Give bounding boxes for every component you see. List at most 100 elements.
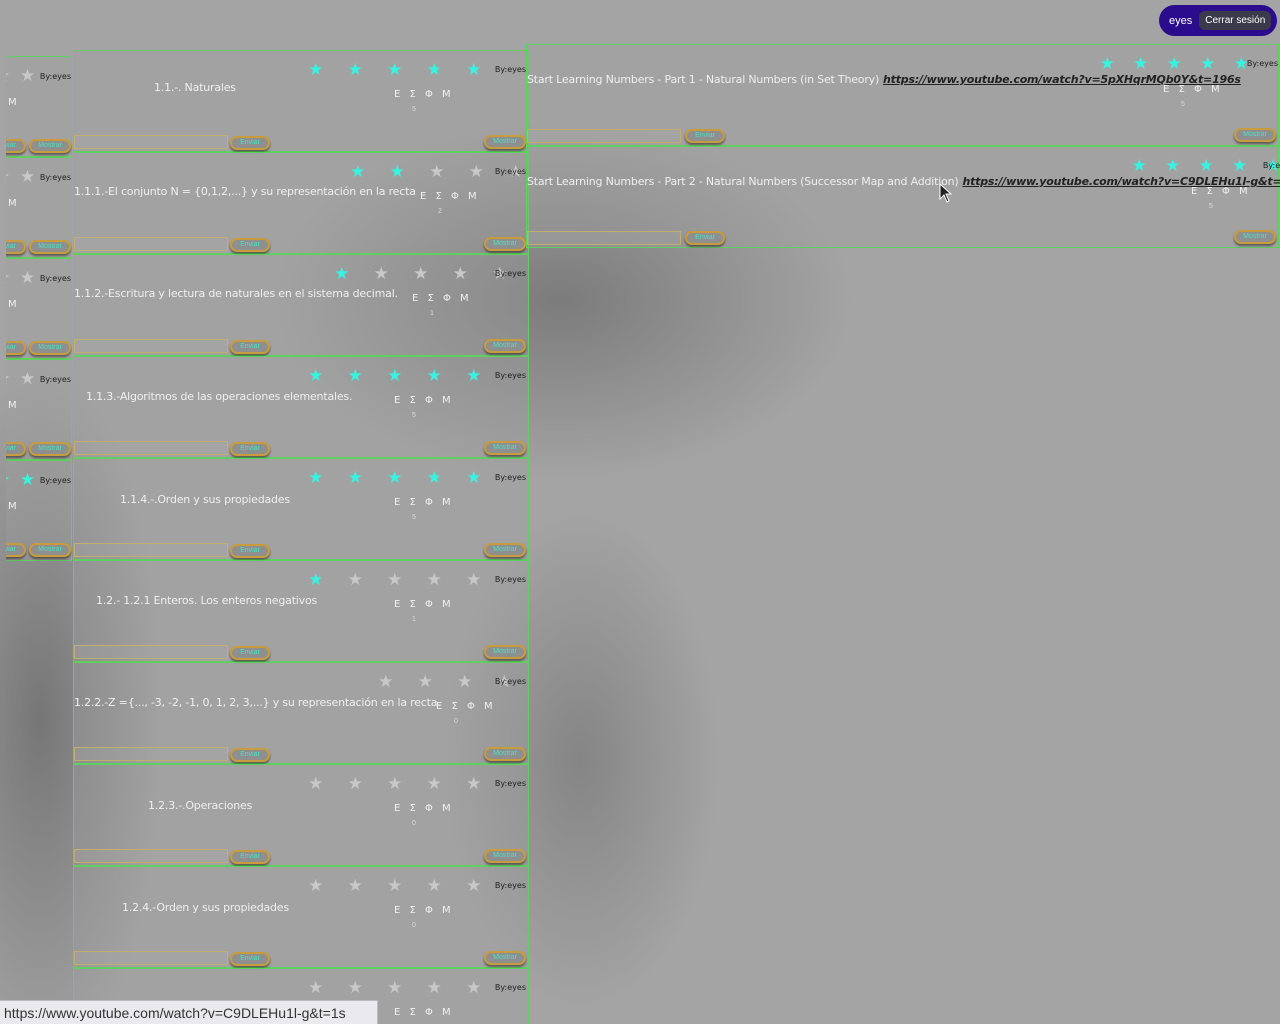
star-icon[interactable]: ★ <box>415 979 455 997</box>
star-icon[interactable]: ★ <box>454 469 494 487</box>
topic-title[interactable]: 1.1.-. Naturales <box>154 81 236 94</box>
star-icon[interactable]: ★ <box>15 471 40 489</box>
send-button[interactable]: Enviar <box>230 850 270 864</box>
send-button[interactable]: Enviar <box>230 748 270 762</box>
comment-input[interactable] <box>74 543 228 557</box>
send-button[interactable]: Enviar <box>230 442 270 456</box>
star-icon[interactable]: ★ <box>296 61 336 79</box>
star-icon[interactable]: ★ <box>1124 55 1158 73</box>
star-icon[interactable]: ★ <box>336 571 376 589</box>
category-symbols[interactable]: E Σ Φ M <box>394 89 454 100</box>
star-icon[interactable]: ★ <box>296 571 336 589</box>
comment-input[interactable] <box>74 441 228 455</box>
comment-input[interactable] <box>74 645 228 659</box>
star-icon[interactable]: ★ <box>296 367 336 385</box>
star-icon[interactable]: ★ <box>6 67 15 85</box>
star-icon[interactable]: ★ <box>454 367 494 385</box>
star-rating[interactable]: ★★★★★ <box>296 469 494 487</box>
star-icon[interactable]: ★ <box>15 168 40 186</box>
show-button[interactable]: Mostrar <box>29 341 71 355</box>
show-button[interactable]: Mostrar <box>484 849 526 863</box>
star-icon[interactable]: ★ <box>375 877 415 895</box>
star-icon[interactable]: ★ <box>1123 157 1157 175</box>
star-icon[interactable]: ★ <box>375 571 415 589</box>
topic-title[interactable]: 1.1.2.-Escritura y lectura de naturales … <box>74 287 398 300</box>
show-button[interactable]: Mostrar <box>484 441 526 455</box>
comment-input[interactable] <box>527 231 681 245</box>
star-icon[interactable]: ★ <box>454 979 494 997</box>
star-icon[interactable]: ★ <box>378 163 418 181</box>
star-icon[interactable]: ★ <box>1191 55 1225 73</box>
star-icon[interactable]: ★ <box>454 571 494 589</box>
show-button[interactable]: Mostrar <box>484 339 526 353</box>
star-icon[interactable]: ★ <box>445 673 485 691</box>
category-symbols[interactable]: E Σ Φ M <box>1163 84 1223 95</box>
star-icon[interactable]: ★ <box>454 775 494 793</box>
star-rating[interactable]: ★★★★★ <box>296 367 494 385</box>
star-rating[interactable]: ★★★★★ <box>296 571 494 589</box>
send-button[interactable]: Enviar <box>230 136 270 150</box>
star-icon[interactable]: ★ <box>296 469 336 487</box>
star-icon[interactable]: ★ <box>415 61 455 79</box>
category-symbols[interactable]: M <box>8 299 20 310</box>
star-icon[interactable]: ★ <box>15 370 40 388</box>
star-rating[interactable]: ★★ <box>6 67 40 85</box>
star-icon[interactable]: ★ <box>6 370 15 388</box>
star-icon[interactable]: ★ <box>1190 157 1224 175</box>
star-icon[interactable]: ★ <box>322 265 362 283</box>
topic-title[interactable]: 1.1.4.-.Orden y sus propiedades <box>120 493 290 506</box>
star-icon[interactable]: ★ <box>375 775 415 793</box>
star-icon[interactable]: ★ <box>6 269 15 287</box>
star-icon[interactable]: ★ <box>336 61 376 79</box>
send-button[interactable]: Enviar <box>230 340 270 354</box>
star-icon[interactable]: ★ <box>1156 157 1190 175</box>
category-symbols[interactable]: E Σ Φ M <box>394 1007 454 1018</box>
comment-input[interactable] <box>74 849 228 863</box>
star-icon[interactable]: ★ <box>296 877 336 895</box>
star-icon[interactable]: ★ <box>336 775 376 793</box>
star-icon[interactable]: ★ <box>1158 55 1192 73</box>
star-icon[interactable]: ★ <box>401 265 441 283</box>
send-button[interactable]: Enviar <box>685 231 725 245</box>
star-icon[interactable]: ★ <box>406 673 446 691</box>
star-icon[interactable]: ★ <box>296 979 336 997</box>
show-button[interactable]: Mostrar <box>484 135 526 149</box>
star-icon[interactable]: ★ <box>15 67 40 85</box>
star-rating[interactable]: ★★★★★ <box>296 979 494 997</box>
send-button[interactable]: Enviar <box>230 544 270 558</box>
star-icon[interactable]: ★ <box>366 673 406 691</box>
category-symbols[interactable]: M <box>8 198 20 209</box>
comment-input[interactable] <box>74 135 228 149</box>
category-symbols[interactable]: E Σ Φ M <box>394 395 454 406</box>
star-icon[interactable]: ★ <box>336 979 376 997</box>
star-icon[interactable]: ★ <box>296 775 336 793</box>
star-rating[interactable]: ★★★★★ <box>296 877 494 895</box>
category-symbols[interactable]: E Σ Φ M <box>1191 186 1251 197</box>
category-symbols[interactable]: E Σ Φ M <box>420 191 480 202</box>
star-icon[interactable]: ★ <box>6 168 15 186</box>
star-icon[interactable]: ★ <box>415 571 455 589</box>
send-button[interactable]: Enviar <box>230 646 270 660</box>
category-symbols[interactable]: M <box>8 97 20 108</box>
show-button[interactable]: Mostrar <box>484 543 526 557</box>
star-icon[interactable]: ★ <box>415 775 455 793</box>
star-rating[interactable]: ★★ <box>6 269 40 287</box>
comment-input[interactable] <box>74 747 228 761</box>
category-symbols[interactable]: M <box>8 501 20 512</box>
star-icon[interactable]: ★ <box>336 469 376 487</box>
send-button[interactable]: Enviar <box>6 139 26 153</box>
star-icon[interactable]: ★ <box>362 265 402 283</box>
show-button[interactable]: Mostrar <box>29 442 71 456</box>
show-button[interactable]: Mostrar <box>484 645 526 659</box>
show-button[interactable]: Mostrar <box>484 747 526 761</box>
star-icon[interactable]: ★ <box>336 877 376 895</box>
show-button[interactable]: Mostrar <box>484 237 526 251</box>
star-icon[interactable]: ★ <box>375 979 415 997</box>
category-symbols[interactable]: E Σ Φ M <box>394 599 454 610</box>
topic-title[interactable]: 1.2.4.-Orden y sus propiedades <box>122 901 289 914</box>
send-button[interactable]: Enviar <box>6 240 26 254</box>
send-button[interactable]: Enviar <box>6 543 26 557</box>
star-icon[interactable]: ★ <box>415 877 455 895</box>
star-icon[interactable]: ★ <box>375 469 415 487</box>
category-symbols[interactable]: E Σ Φ M <box>394 905 454 916</box>
